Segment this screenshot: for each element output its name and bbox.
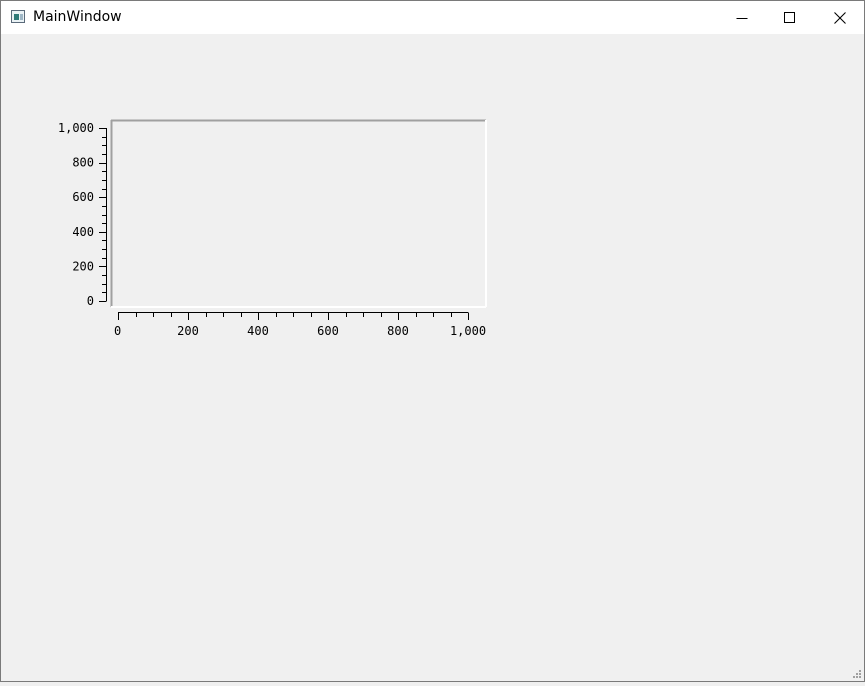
maximize-icon: [784, 11, 795, 23]
window-title: MainWindow: [33, 9, 122, 25]
y-tick-label: 800: [72, 156, 94, 170]
x-tick-label: 0: [114, 324, 121, 338]
app-window-icon: [11, 10, 25, 23]
minimize-button[interactable]: [719, 1, 765, 34]
maximize-button[interactable]: [767, 1, 813, 34]
y-tick-label: 400: [72, 225, 94, 239]
y-tick-label: 200: [72, 259, 94, 273]
close-icon: [834, 11, 846, 24]
x-tick-label: 800: [387, 324, 409, 338]
y-tick-label: 0: [87, 294, 94, 308]
resize-grip-icon[interactable]: [852, 669, 862, 679]
y-tick-label: 1,000: [58, 121, 94, 135]
minimize-icon: [736, 17, 748, 19]
title-bar[interactable]: MainWindow: [1, 1, 864, 34]
x-tick-label: 200: [177, 324, 199, 338]
plot-canvas: [111, 120, 486, 307]
x-tick-label: 600: [317, 324, 339, 338]
y-tick-label: 600: [72, 190, 94, 204]
client-area: 0 200 400 600 800 1,000 0 200 400 600 800 1,000: [1, 34, 864, 681]
main-window: MainWindow 0 200 400 600 800 1,000 0 200 400 600 8…: [0, 0, 865, 682]
plot-widget[interactable]: 0 200 400 600 800 1,000 0 200 400 600 800 1,000: [1, 34, 864, 681]
x-tick-label: 400: [247, 324, 269, 338]
close-button[interactable]: [817, 1, 863, 34]
x-tick-label: 1,000: [450, 324, 486, 338]
